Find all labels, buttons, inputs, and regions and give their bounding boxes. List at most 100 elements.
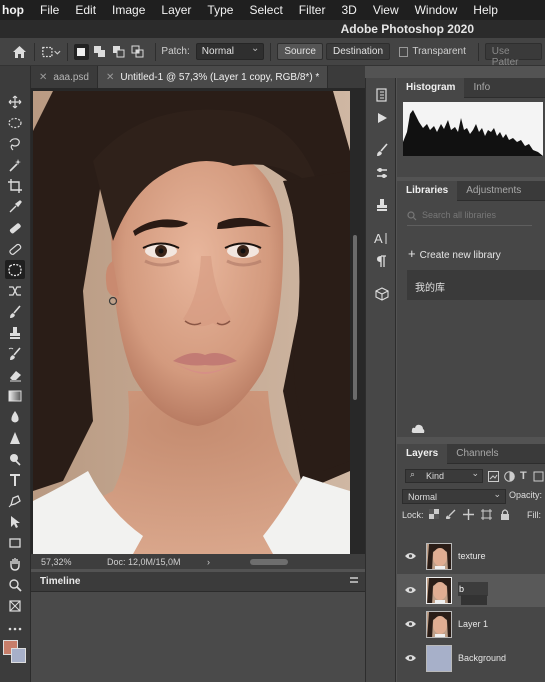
blend-mode-select[interactable]: Normal [402, 489, 506, 504]
frame-tool-icon[interactable] [5, 596, 25, 615]
app-menu[interactable]: hop [0, 3, 32, 17]
menu-file[interactable]: File [32, 3, 67, 17]
filter-shape-layers-icon[interactable] [533, 471, 544, 485]
lock-transparent-icon[interactable] [429, 509, 439, 522]
dodge-icon[interactable] [5, 449, 25, 468]
layer-row-layer-1[interactable]: Layer 1 [397, 608, 545, 641]
tab-layers[interactable]: Layers [397, 443, 448, 464]
layer-filter-kind-select[interactable]: Kind [405, 468, 483, 483]
transparent-checkbox[interactable] [399, 46, 409, 57]
source-button[interactable]: Source [277, 43, 323, 60]
intersect-selection-icon[interactable] [130, 44, 145, 60]
eraser-icon[interactable] [5, 365, 25, 384]
history-panel-icon[interactable] [371, 85, 392, 105]
filter-type-layers-icon[interactable]: T [520, 470, 527, 482]
magic-wand-icon[interactable] [5, 155, 25, 174]
brush-icon[interactable] [5, 302, 25, 321]
layer-name[interactable]: Background [458, 653, 506, 663]
panel-menu-icon[interactable] [350, 577, 358, 583]
pen-icon[interactable] [5, 491, 25, 510]
elliptical-marquee-icon[interactable] [5, 113, 25, 132]
filter-pixel-layers-icon[interactable] [488, 471, 499, 485]
tab-info[interactable]: Info [464, 78, 499, 98]
cloud-sync-icon[interactable] [411, 424, 425, 437]
zoom-icon[interactable] [5, 575, 25, 594]
close-icon[interactable]: ✕ [39, 72, 47, 83]
tab-adjustments[interactable]: Adjustments [457, 181, 530, 201]
patch-tool-icon[interactable] [5, 260, 25, 279]
visibility-eye-icon[interactable] [405, 552, 416, 563]
hand-icon[interactable] [5, 554, 25, 573]
layer-row-selected[interactable]: b [397, 574, 545, 607]
content-aware-move-icon[interactable] [5, 281, 25, 300]
layer-name-input[interactable]: b [458, 582, 488, 605]
layer-thumbnail[interactable] [426, 645, 452, 672]
path-selection-icon[interactable] [5, 512, 25, 531]
visibility-eye-icon[interactable] [405, 586, 416, 597]
canvas-area[interactable] [31, 88, 365, 554]
move-tool-icon[interactable] [5, 92, 25, 111]
library-search-input[interactable]: Search all libraries [407, 210, 532, 226]
clone-stamp-icon[interactable] [5, 323, 25, 342]
doc-tab-aaa[interactable]: ✕ aaa.psd [31, 66, 98, 88]
more-tools-icon[interactable] [5, 619, 25, 638]
layer-row-texture[interactable]: texture [397, 540, 545, 573]
brush-settings-icon[interactable] [371, 140, 392, 160]
patch-tool-preset-icon[interactable] [41, 42, 61, 62]
visibility-eye-icon[interactable] [405, 620, 416, 631]
menu-view[interactable]: View [365, 3, 407, 17]
eyedropper-icon[interactable] [5, 197, 25, 216]
destination-button[interactable]: Destination [326, 43, 391, 60]
menu-window[interactable]: Window [407, 3, 466, 17]
patch-mode-select[interactable]: Normal [195, 43, 265, 60]
subtract-selection-icon[interactable] [111, 44, 126, 60]
home-icon[interactable] [10, 42, 28, 62]
status-menu-arrow[interactable]: › [207, 557, 210, 567]
new-selection-icon[interactable] [74, 43, 89, 60]
canvas-scrollbar[interactable] [353, 235, 357, 400]
menu-edit[interactable]: Edit [67, 3, 104, 17]
use-pattern-button[interactable]: Use Patter [484, 43, 542, 68]
layer-thumbnail[interactable] [426, 543, 452, 570]
document-canvas[interactable] [33, 91, 350, 554]
brushes-panel-icon[interactable] [371, 163, 392, 183]
lock-all-icon[interactable] [500, 509, 510, 523]
type-tool-icon[interactable] [5, 470, 25, 489]
tab-channels[interactable]: Channels [447, 444, 507, 464]
paragraph-panel-icon[interactable] [371, 251, 392, 271]
menu-filter[interactable]: Filter [291, 3, 334, 17]
lock-artboard-icon[interactable] [481, 509, 492, 523]
lasso-icon[interactable] [5, 134, 25, 153]
sharpen-icon[interactable] [5, 428, 25, 447]
actions-play-icon[interactable] [371, 108, 392, 128]
filter-adjustment-layers-icon[interactable] [504, 471, 515, 485]
menu-select[interactable]: Select [241, 3, 290, 17]
history-brush-icon[interactable] [5, 344, 25, 363]
timeline-title[interactable]: Timeline [40, 576, 80, 587]
tab-libraries[interactable]: Libraries [397, 180, 458, 201]
menu-3d[interactable]: 3D [333, 3, 364, 17]
zoom-level[interactable]: 57,32% [41, 557, 107, 567]
layer-thumbnail[interactable] [426, 611, 452, 638]
menu-help[interactable]: Help [465, 3, 506, 17]
menu-type[interactable]: Type [199, 3, 241, 17]
menu-image[interactable]: Image [104, 3, 153, 17]
gradient-icon[interactable] [5, 386, 25, 405]
blur-icon[interactable] [5, 407, 25, 426]
tab-histogram[interactable]: Histogram [397, 77, 465, 98]
3d-panel-icon[interactable] [371, 284, 392, 304]
layer-thumbnail[interactable] [426, 577, 452, 604]
lock-image-pixels-icon[interactable] [445, 509, 456, 522]
doc-tab-untitled[interactable]: ✕ Untitled-1 @ 57,3% (Layer 1 copy, RGB/… [97, 66, 329, 88]
character-panel-icon[interactable]: A [371, 228, 392, 248]
layer-name[interactable]: texture [458, 551, 486, 561]
add-selection-icon[interactable] [93, 44, 108, 60]
library-item[interactable]: 我的库 [407, 270, 545, 300]
close-icon[interactable]: ✕ [106, 72, 114, 83]
layer-name[interactable]: Layer 1 [458, 619, 488, 629]
healing-brush-icon[interactable] [5, 239, 25, 258]
visibility-eye-icon[interactable] [405, 654, 416, 665]
background-color-swatch[interactable] [11, 648, 26, 663]
rectangle-tool-icon[interactable] [5, 533, 25, 552]
clone-source-icon[interactable] [371, 195, 392, 215]
